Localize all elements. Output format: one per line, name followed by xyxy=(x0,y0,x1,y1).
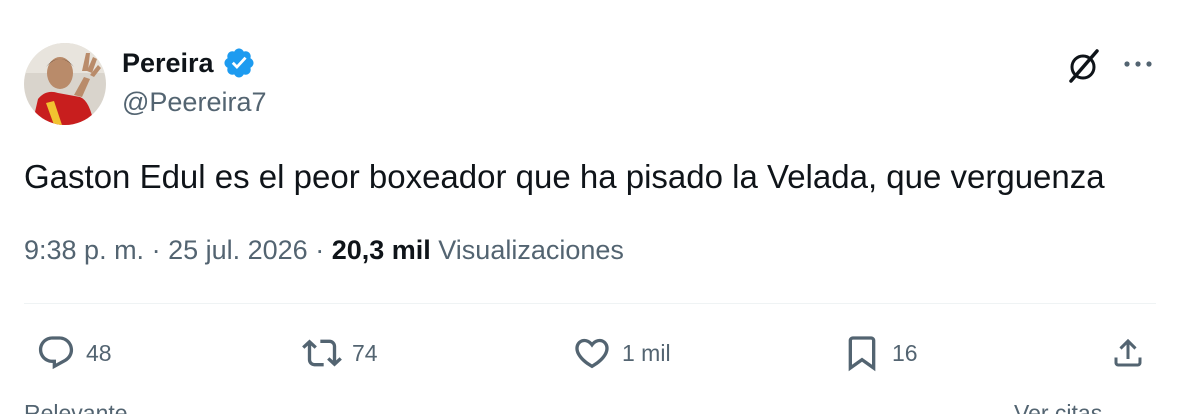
tweet-time[interactable]: 9:38 p. m. xyxy=(24,235,144,265)
bookmark-icon xyxy=(848,336,876,372)
like-count: 1 mil xyxy=(622,339,671,366)
bookmark-button[interactable]: 16 xyxy=(842,333,918,373)
retweet-button[interactable]: 74 xyxy=(302,333,378,373)
view-quotes-link[interactable]: Ver citas xyxy=(1014,400,1102,414)
meta-separator: · xyxy=(144,235,169,265)
share-icon xyxy=(1114,338,1142,367)
heart-icon xyxy=(575,338,609,369)
verified-badge-icon xyxy=(224,48,254,78)
divider xyxy=(24,303,1156,304)
grok-icon[interactable] xyxy=(1064,46,1104,86)
views-count: 20,3 mil xyxy=(331,235,431,265)
author-name[interactable]: Pereira xyxy=(122,48,214,79)
avatar-image xyxy=(24,43,106,125)
sort-relevant-button[interactable]: Relevante xyxy=(24,400,128,414)
more-icon[interactable] xyxy=(1118,52,1158,76)
reply-button[interactable]: 48 xyxy=(36,333,112,373)
views-label: Visualizaciones xyxy=(438,235,624,265)
author-handle[interactable]: @Peereira7 xyxy=(122,87,266,118)
bookmark-count: 16 xyxy=(892,339,918,366)
sort-relevant-label: Relevante xyxy=(24,400,128,414)
reply-count: 48 xyxy=(86,339,112,366)
retweet-icon xyxy=(302,339,342,367)
reply-icon xyxy=(38,336,74,370)
view-quotes-label: Ver citas xyxy=(1014,400,1103,414)
meta-separator: · xyxy=(307,235,332,265)
retweet-count: 74 xyxy=(352,339,378,366)
avatar[interactable] xyxy=(24,43,106,125)
tweet-detail: Pereira @Peereira7 Gaston Edul es el peo… xyxy=(0,0,1178,414)
tweet-meta: 9:38 p. m. · 25 jul. 2026 · 20,3 mil Vis… xyxy=(24,235,624,266)
like-button[interactable]: 1 mil xyxy=(572,333,671,373)
author-name-row: Pereira xyxy=(122,46,256,80)
share-button[interactable] xyxy=(1110,333,1146,373)
tweet-text: Gaston Edul es el peor boxeador que ha p… xyxy=(24,158,1105,195)
tweet-date[interactable]: 25 jul. 2026 xyxy=(168,235,308,265)
